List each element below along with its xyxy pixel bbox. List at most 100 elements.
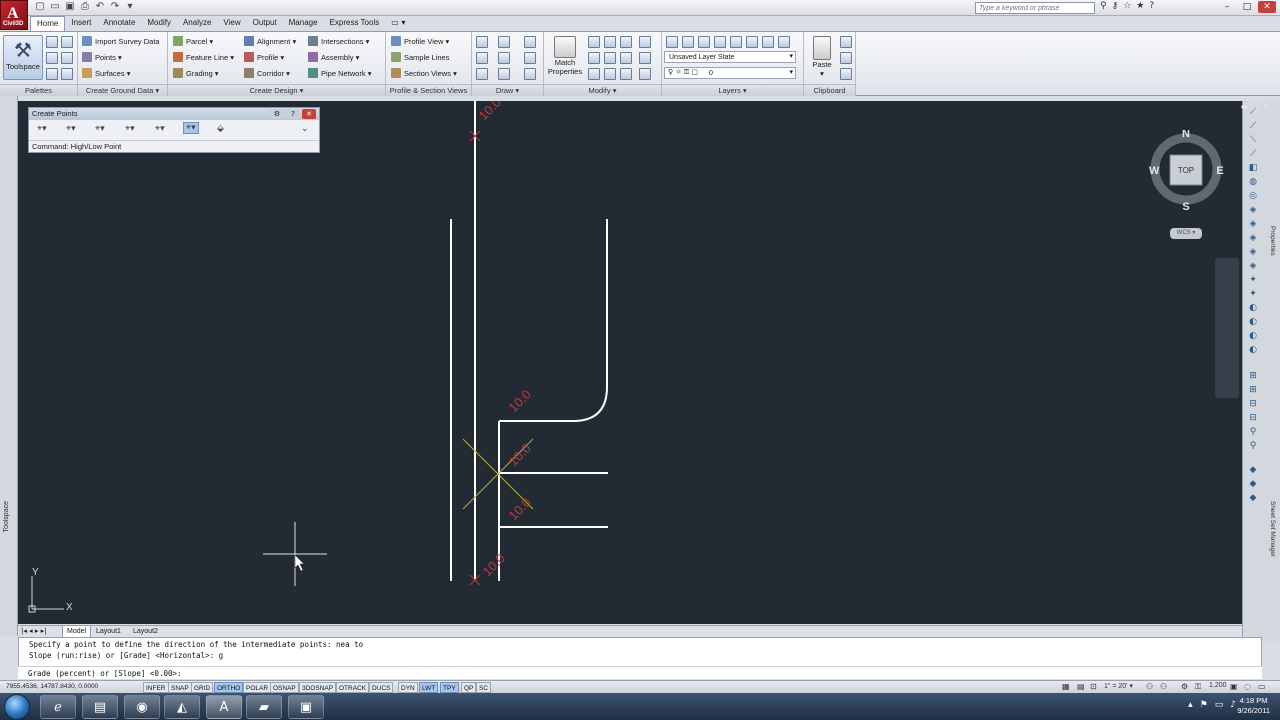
parcel-button[interactable]: Parcel ▾ xyxy=(173,35,213,49)
panel-label-clipboard[interactable]: Clipboard xyxy=(804,84,855,96)
lock-icon[interactable]: ⚿ xyxy=(1195,682,1201,692)
wcs-menu[interactable]: WCS ▾ xyxy=(1170,228,1202,239)
tool-icon-16[interactable]: ◐ xyxy=(1247,317,1259,328)
layer-freeze-icon[interactable] xyxy=(714,36,726,48)
tool-palettes-icon[interactable] xyxy=(61,68,73,80)
drawing-canvas[interactable]: 10.0 10.0 10.0 10.0 10.0 Y X xyxy=(18,101,1242,624)
close-icon[interactable]: ✕ xyxy=(1258,1,1276,13)
tray-flag-icon[interactable]: ⚑ xyxy=(1200,700,1208,710)
tool-icon-9[interactable]: ◈ xyxy=(1247,219,1259,230)
tool-icon-14[interactable]: ✦ xyxy=(1247,289,1259,300)
compass-south[interactable]: S xyxy=(1182,201,1189,213)
hatch-icon[interactable] xyxy=(524,68,536,80)
circle-icon[interactable] xyxy=(498,52,510,64)
tray-volume-icon[interactable]: ♪ xyxy=(1230,700,1236,710)
tool-icon-18[interactable]: ◐ xyxy=(1247,345,1259,356)
polyline-icon[interactable] xyxy=(498,36,510,48)
toolspace-button[interactable]: ⚒ Toolspace xyxy=(3,35,43,80)
ribbon-minimize-toggle[interactable]: ▭ ▾ xyxy=(385,16,411,30)
expand-toolbar-icon[interactable]: ⌄ xyxy=(301,124,309,134)
corridor-button[interactable]: Corridor ▾ xyxy=(244,67,290,81)
layer-previous-icon[interactable] xyxy=(762,36,774,48)
properties-icon[interactable] xyxy=(46,68,58,80)
tool-icon-2[interactable]: ⟋ xyxy=(1247,121,1259,132)
application-menu-button[interactable]: A Civil3D xyxy=(0,0,28,30)
tool-icon-11[interactable]: ◈ xyxy=(1247,247,1259,258)
tab-layout1[interactable]: Layout1 xyxy=(92,626,125,637)
explorer-taskbar-icon[interactable]: ▤ xyxy=(82,695,118,719)
status-toggle-infer[interactable]: INFER xyxy=(143,682,169,693)
tool-icon-25[interactable]: ◆ xyxy=(1247,465,1259,476)
tab-annotate[interactable]: Annotate xyxy=(97,16,141,30)
intersections-button[interactable]: Intersections ▾ xyxy=(308,35,369,49)
toolspace-tab-label[interactable]: Toolspace xyxy=(3,501,10,533)
viewport-close-icon[interactable]: ✕ xyxy=(1263,102,1270,111)
civil3d-taskbar-icon[interactable]: A xyxy=(206,695,242,719)
start-button[interactable] xyxy=(4,694,30,720)
panel-label-layers[interactable]: Layers ▾ xyxy=(662,84,803,96)
clock[interactable]: 4:18 PM 9/26/2011 xyxy=(1237,696,1270,716)
profile-button[interactable]: Profile ▾ xyxy=(244,51,284,65)
match-properties-button[interactable]: Match Properties xyxy=(546,36,584,76)
tool-icon-21[interactable]: ⊟ xyxy=(1247,399,1259,410)
panel-label-create-ground-data[interactable]: Create Ground Data ▾ xyxy=(78,84,167,96)
hardware-accel-icon[interactable]: ▣ xyxy=(1230,682,1238,691)
app-taskbar-icon-2[interactable]: ▰ xyxy=(246,695,282,719)
ellipse-icon[interactable] xyxy=(498,68,510,80)
isolate-objects-icon[interactable]: ◌ xyxy=(1244,682,1251,691)
search-input[interactable] xyxy=(975,2,1095,14)
tool-icon-8[interactable]: ◈ xyxy=(1247,205,1259,216)
mirror-icon[interactable] xyxy=(604,36,616,48)
interpolate-points-icon[interactable]: ⌖▾ xyxy=(183,122,199,134)
status-toggle-tpy[interactable]: TPY xyxy=(440,682,459,693)
app-taskbar-icon-1[interactable]: ◭ xyxy=(164,695,200,719)
tool-icon-4[interactable]: ⟋ xyxy=(1247,149,1259,160)
save-icon[interactable]: ▣ xyxy=(64,1,76,13)
paste-button[interactable]: Paste ▾ xyxy=(808,36,836,78)
paste-special-icon[interactable] xyxy=(840,68,852,80)
tool-icon-17[interactable]: ◐ xyxy=(1247,331,1259,342)
tool-icon-15[interactable]: ◐ xyxy=(1247,303,1259,314)
tool-icon-6[interactable]: ◍ xyxy=(1247,177,1259,188)
navigation-bar[interactable] xyxy=(1215,258,1239,398)
status-toggle-grid[interactable]: GRID xyxy=(191,682,214,693)
compass-west[interactable]: W xyxy=(1149,165,1160,177)
tool-icon-22[interactable]: ⊟ xyxy=(1247,413,1259,424)
fillet-icon[interactable] xyxy=(620,36,632,48)
qat-dropdown-icon[interactable]: ▾ xyxy=(124,1,136,13)
status-toggle-osnap[interactable]: OSNAP xyxy=(270,682,299,693)
import-survey-data-button[interactable]: Import Survey Data xyxy=(82,35,160,49)
layer-match-icon[interactable] xyxy=(746,36,758,48)
slope-points-icon[interactable]: ⬙ xyxy=(217,124,224,134)
layer-state-dropdown[interactable]: Unsaved Layer State xyxy=(664,51,796,63)
section-views-button[interactable]: Section Views ▾ xyxy=(391,67,457,81)
tab-layout2[interactable]: Layout2 xyxy=(129,626,162,637)
tray-network-icon[interactable]: ▭ xyxy=(1215,700,1224,710)
arc-icon[interactable] xyxy=(476,68,488,80)
app-taskbar-icon-3[interactable]: ▣ xyxy=(288,695,324,719)
pipe-network-button[interactable]: Pipe Network ▾ xyxy=(308,67,371,81)
layer-isolate-icon[interactable] xyxy=(682,36,694,48)
assembly-button[interactable]: Assembly ▾ xyxy=(308,51,359,65)
move-icon[interactable] xyxy=(476,52,488,64)
layer-properties-icon[interactable] xyxy=(666,36,678,48)
feature-line-button[interactable]: Feature Line ▾ xyxy=(173,51,234,65)
cut-icon[interactable] xyxy=(840,36,852,48)
tool-icon-24[interactable]: ⚲ xyxy=(1247,441,1259,452)
grading-button[interactable]: Grading ▾ xyxy=(173,67,219,81)
tool-icon-20[interactable]: ⊞ xyxy=(1247,385,1259,396)
status-toggle-snap[interactable]: SNAP xyxy=(168,682,192,693)
toolbar-options-icon[interactable]: ⚙ xyxy=(270,109,284,119)
toolbar-help-icon[interactable]: ? xyxy=(286,109,300,119)
line-icon[interactable] xyxy=(476,36,488,48)
toolbox-icon[interactable] xyxy=(61,52,73,64)
rectangle-icon[interactable] xyxy=(524,52,536,64)
join-icon[interactable] xyxy=(620,68,632,80)
survey-icon[interactable] xyxy=(46,52,58,64)
help-icon[interactable]: ? xyxy=(1149,1,1154,11)
panel-label-profile-section-views[interactable]: Profile & Section Views xyxy=(386,84,471,96)
status-toggle-dyn[interactable]: DYN xyxy=(398,682,418,693)
tab-output[interactable]: Output xyxy=(247,16,283,30)
status-toggle-otrack[interactable]: OTRACK xyxy=(336,682,370,693)
compass-east[interactable]: E xyxy=(1216,165,1223,177)
